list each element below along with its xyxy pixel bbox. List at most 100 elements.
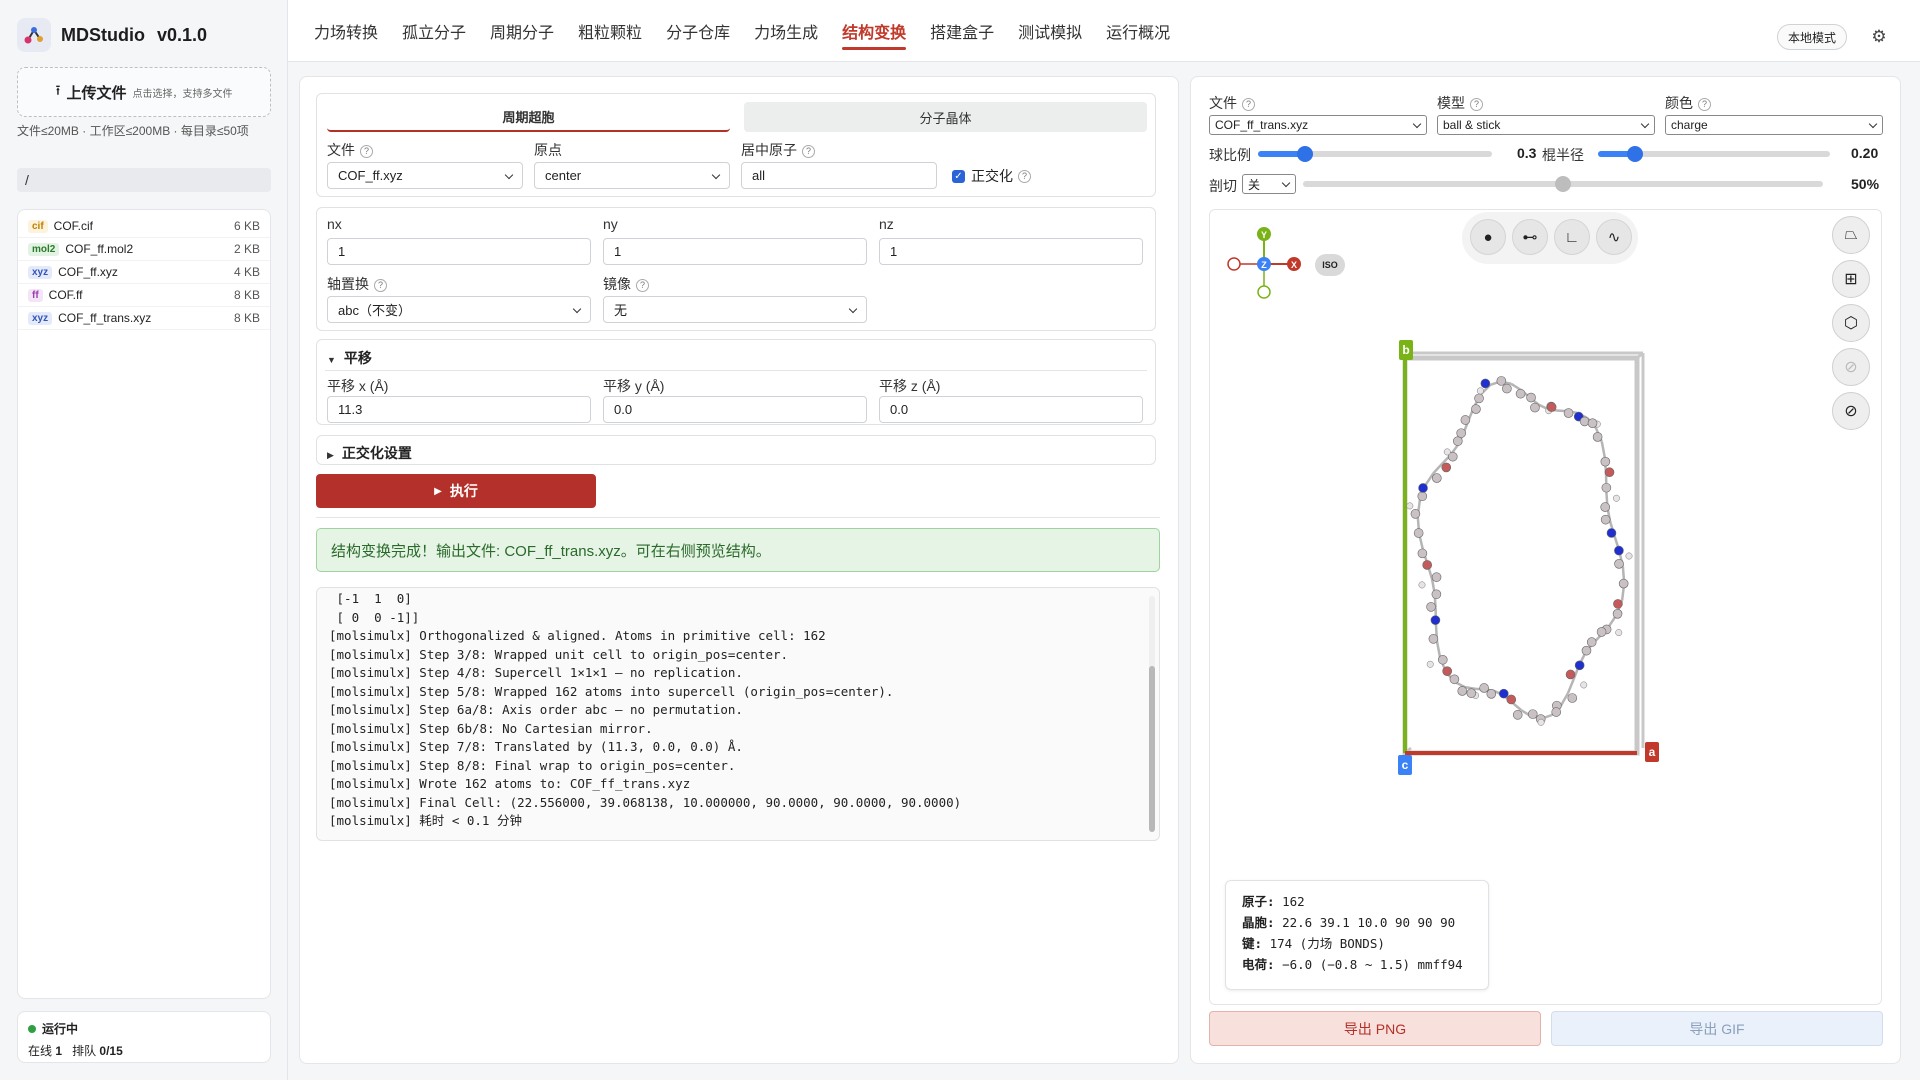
center-atoms-input[interactable]: all [741,162,937,189]
bond-stick [1559,692,1570,707]
atom [1452,436,1463,446]
translate-x-input[interactable]: 11.3 [327,396,591,423]
tab-forcefield-generate[interactable]: 力场生成 [742,0,830,62]
file-item[interactable]: mol2 COF_ff.mol2 2 KB [18,238,270,261]
orthogonalize-checkbox[interactable]: ✓ 正交化? [952,166,1031,186]
tab-isolated-molecule[interactable]: 孤立分子 [390,0,478,62]
clip-select[interactable]: 关 [1242,174,1296,194]
export-png-button[interactable]: 导出 PNG [1209,1011,1541,1046]
tab-structure-transform[interactable]: 结构变换 [830,0,918,62]
help-icon[interactable]: ? [374,279,387,292]
ny-input[interactable]: 1 [603,238,867,265]
atom [1530,402,1540,413]
upload-limits: 文件≤20MB · 工作区≤200MB · 每目录≤50项 [17,124,249,138]
cell-c-label: c [1402,758,1409,772]
upload-button[interactable]: ⭱ 上传文件 点击选择，支持多文件 [17,67,271,117]
tab-periodic-molecule[interactable]: 周期分子 [478,0,566,62]
queue-label: 排队 [72,1044,97,1058]
bond-radius-value: 0.20 [1851,145,1879,161]
translate-y-input[interactable]: 0.0 [603,396,867,423]
mode-periodic-supercell[interactable]: 周期超胞 [327,102,730,132]
atom [1614,559,1624,569]
atom [1526,392,1536,403]
viewer-file-select[interactable]: COF_ff_trans.xyz [1209,115,1427,135]
local-mode-button[interactable]: 本地模式 [1777,24,1848,50]
file-item[interactable]: xyz COF_ff_trans.xyz 8 KB [18,307,270,330]
clip-thumb[interactable] [1555,176,1571,192]
export-gif-button[interactable]: 导出 GIF [1551,1011,1883,1046]
atom [1432,473,1442,483]
atom [1581,645,1592,656]
atom [1437,654,1448,665]
atom [1586,637,1597,647]
file-size: 4 KB [233,265,260,279]
help-icon[interactable]: ? [1698,98,1711,111]
ball-scale-label: 球比例 [1209,147,1251,163]
file-item[interactable]: xyz COF_ff.xyz 4 KB [18,261,270,284]
bond-radius-thumb[interactable] [1627,146,1643,162]
help-icon[interactable]: ? [360,145,373,158]
tab-molecule-library[interactable]: 分子仓库 [654,0,742,62]
atom [1612,609,1623,619]
tab-run-overview[interactable]: 运行概况 [1094,0,1182,62]
mode-molecular-crystal[interactable]: 分子晶体 [744,102,1147,132]
atom [1431,589,1442,600]
tab-forcefield-convert[interactable]: 力场转换 [302,0,390,62]
log-line: [ 0 0 -1]] [329,609,420,625]
atom [1512,710,1523,720]
atom [1422,560,1432,570]
log-scrollbar-thumb[interactable] [1149,666,1155,832]
file-name: COF.ff [48,288,83,302]
origin-select[interactable]: center [534,162,730,189]
gear-icon[interactable]: ⚙ [1870,28,1888,46]
molecule-viewer[interactable]: ● ⊷ ∟ ∿ ⏢ ⊞ ⬡ ⊘ ⊘ Y X Z ISO b a c 原子: 16… [1209,209,1882,1005]
log-output: [-1 1 0] [ 0 0 -1]] [molsimulx] Orthogon… [316,587,1160,841]
file-type-badge: mol2 [28,242,60,256]
tab-build-box[interactable]: 搭建盒子 [918,0,1006,62]
file-item[interactable]: ff COF.ff 8 KB [18,284,270,307]
log-line: [molsimulx] 耗时 < 0.1 分钟 [329,813,522,828]
center-atoms-label: 居中原子? [741,140,815,160]
path-breadcrumb[interactable]: / [17,168,271,192]
atom [1443,448,1451,456]
ball-scale-thumb[interactable] [1297,146,1313,162]
help-icon[interactable]: ? [636,279,649,292]
logo-icon [17,18,51,52]
play-icon: ▶ [434,485,442,497]
tab-test-simulation[interactable]: 测试模拟 [1006,0,1094,62]
color-select[interactable]: charge [1665,115,1883,135]
help-icon[interactable]: ? [802,145,815,158]
mirror-label: 镜像? [603,274,649,294]
translate-card: ▼ 平移 平移 x (Å) 11.3 平移 y (Å) 0.0 平移 z (Å) … [316,339,1156,425]
brand: MDStudio v0.1.0 [17,18,207,52]
log-line: [-1 1 0] [329,591,412,606]
color-label: 颜色? [1665,93,1711,113]
caret-down-icon: ▼ [327,355,336,365]
ny-label: ny [603,216,618,232]
help-icon[interactable]: ? [1018,169,1031,183]
nx-input[interactable]: 1 [327,238,591,265]
cell-b-label: b [1402,343,1409,357]
atom [1466,688,1477,698]
file-item[interactable]: cif COF.cif 6 KB [18,215,270,238]
tab-coarse-grain[interactable]: 粗粒颗粒 [566,0,654,62]
translate-section-toggle[interactable]: ▼ 平移 [327,348,372,368]
atom [1417,548,1428,559]
translate-z-input[interactable]: 0.0 [879,396,1143,423]
help-icon[interactable]: ? [1470,98,1483,111]
file-select[interactable]: COF_ff.xyz [327,162,523,189]
bond-radius-label: 棍半径 [1542,147,1584,163]
atom [1565,669,1576,680]
model-select[interactable]: ball & stick [1437,115,1655,135]
nz-input[interactable]: 1 [879,238,1143,265]
mirror-select[interactable]: 无 [603,296,867,323]
atom [1476,387,1484,395]
axis-permute-select[interactable]: abc（不变） [327,296,591,323]
help-icon[interactable]: ? [1242,98,1255,111]
viewer-file-label: 文件? [1209,93,1255,113]
atom [1430,615,1441,625]
file-type-badge: xyz [28,311,53,325]
atom [1441,462,1452,473]
run-button[interactable]: ▶ 执行 [316,474,596,508]
ortho-settings-toggle[interactable]: ▶ 正交化设置 [327,443,412,463]
